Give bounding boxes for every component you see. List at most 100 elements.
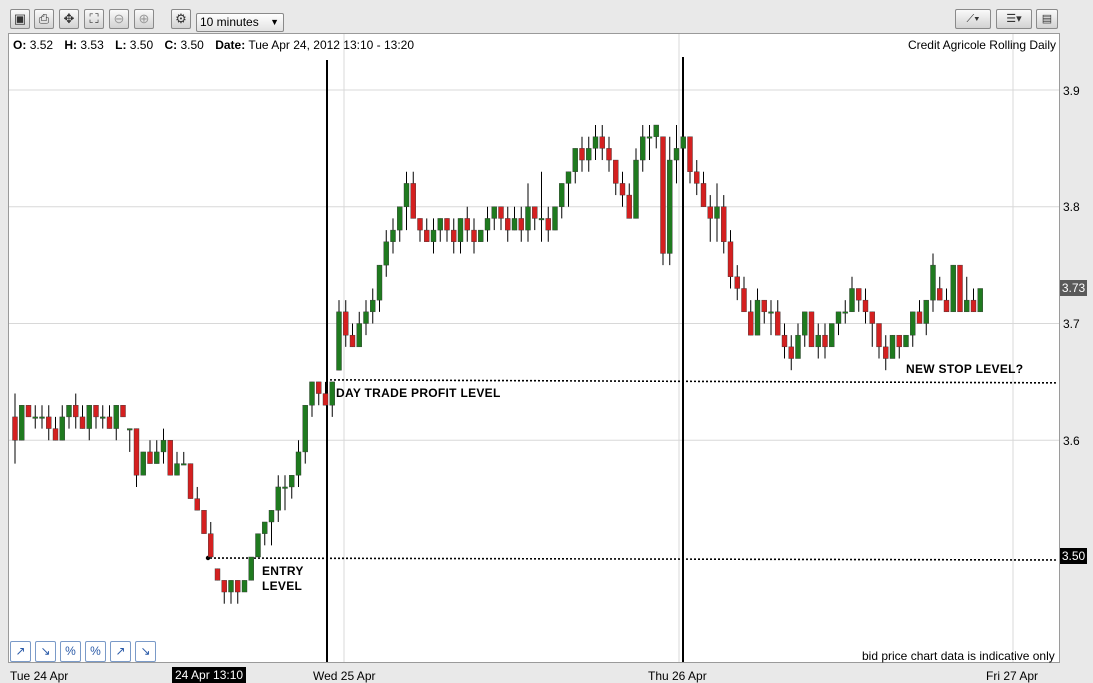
x-label-thu: Thu 26 Apr: [648, 669, 707, 683]
candle-body: [889, 334, 896, 359]
candle-body: [19, 405, 25, 441]
ray-up-tool[interactable]: ↗: [110, 641, 131, 662]
candle-body: [39, 416, 45, 419]
arrow-up-right-icon: ↗: [15, 644, 26, 658]
candle-body: [12, 416, 18, 441]
ray-down-tool[interactable]: ↘: [135, 641, 156, 662]
profit-level-label: DAY TRADE PROFIT LEVEL: [336, 386, 501, 400]
candle-body: [538, 218, 545, 221]
candle-body: [201, 510, 207, 534]
candle-body: [106, 416, 113, 429]
candle-body: [741, 288, 747, 313]
candle-body: [565, 171, 572, 184]
candle-body: [268, 510, 275, 523]
candle-body: [309, 381, 315, 406]
marked-price-badge: 3.50: [1060, 548, 1087, 564]
candle-body: [424, 229, 430, 242]
candle-body: [964, 299, 970, 313]
candle-body: [660, 136, 666, 254]
candle-body: [572, 148, 578, 172]
candle-body: [181, 463, 187, 466]
disclaimer-note: bid price chart data is indicative only: [862, 649, 1055, 663]
candle-body: [943, 299, 950, 313]
candle-body: [241, 580, 248, 593]
percent-up-tool[interactable]: %: [60, 641, 81, 662]
candle-body: [835, 311, 842, 324]
open-value: 3.52: [29, 38, 54, 52]
candle-body: [194, 498, 200, 511]
candle-body: [532, 206, 538, 219]
candle-body: [255, 533, 261, 558]
current-price-badge: 3.73: [1060, 280, 1087, 296]
candle-body: [646, 136, 653, 139]
candle-body: [451, 229, 457, 242]
candle-body: [592, 136, 599, 149]
candle-body: [869, 311, 875, 324]
candle-body: [795, 334, 801, 359]
candle-body: [673, 148, 680, 161]
candle-body: [829, 323, 835, 348]
candle-body: [579, 148, 585, 161]
candle-body: [883, 346, 889, 359]
candle-body: [46, 416, 52, 429]
candle-body: [559, 183, 565, 207]
candle-body: [822, 334, 828, 348]
candle-body: [295, 451, 302, 476]
candle-body: [606, 148, 612, 161]
candle-body: [154, 451, 160, 464]
candle-body: [140, 451, 146, 476]
candle-body: [79, 416, 86, 429]
candle-body: [511, 218, 518, 231]
trend-down-tool[interactable]: ↘: [35, 641, 56, 662]
candle-body: [86, 405, 92, 429]
chart-title: Credit Agricole Rolling Daily: [907, 38, 1056, 52]
candle-body: [59, 416, 65, 441]
candle-body: [430, 229, 437, 242]
candle-body: [815, 334, 821, 348]
candle-body: [667, 159, 673, 254]
candle-body: [356, 323, 362, 348]
candle-body: [120, 405, 126, 418]
candle-body: [916, 311, 923, 324]
candle-body: [403, 183, 410, 207]
y-tick-label: 3.6: [1063, 434, 1080, 448]
candle-body: [613, 159, 619, 184]
open-label: O:: [13, 38, 27, 52]
candle-body: [633, 159, 639, 219]
candle-body: [734, 276, 740, 289]
candle-body: [862, 299, 869, 313]
candle-body: [417, 218, 423, 231]
candle-body: [950, 264, 956, 313]
candle-body: [937, 288, 943, 301]
candle-body: [228, 580, 234, 593]
candle-body: [876, 323, 882, 348]
candle-body: [505, 218, 511, 231]
candle-body: [187, 463, 194, 499]
percent-down-icon: %: [90, 644, 101, 658]
candle-body: [957, 264, 963, 313]
candle-body: [66, 405, 72, 418]
high-value: 3.53: [80, 38, 104, 52]
candle-body: [127, 428, 133, 431]
candle-body: [930, 264, 936, 301]
ohlc-readout: O: 3.52 H: 3.53 L: 3.50 C: 3.50 Date: Tu…: [13, 38, 414, 52]
candle-body: [376, 264, 383, 301]
candle-body: [147, 451, 153, 464]
candle-body: [336, 311, 342, 371]
candle-body: [748, 311, 754, 336]
candle-body: [525, 206, 531, 231]
candle-body: [599, 136, 605, 149]
candle-body: [781, 334, 788, 348]
candle-body: [235, 580, 241, 593]
price-chart[interactable]: [0, 0, 1093, 683]
trend-up-tool[interactable]: ↗: [10, 641, 31, 662]
candle-body: [498, 206, 504, 219]
percent-down-tool[interactable]: %: [85, 641, 106, 662]
candle-body: [370, 299, 376, 313]
candle-body: [923, 299, 929, 324]
candle-body: [343, 311, 349, 336]
candle-body: [363, 311, 369, 324]
candle-body: [714, 206, 720, 219]
candle-body: [808, 311, 815, 348]
candle-body: [444, 218, 450, 231]
